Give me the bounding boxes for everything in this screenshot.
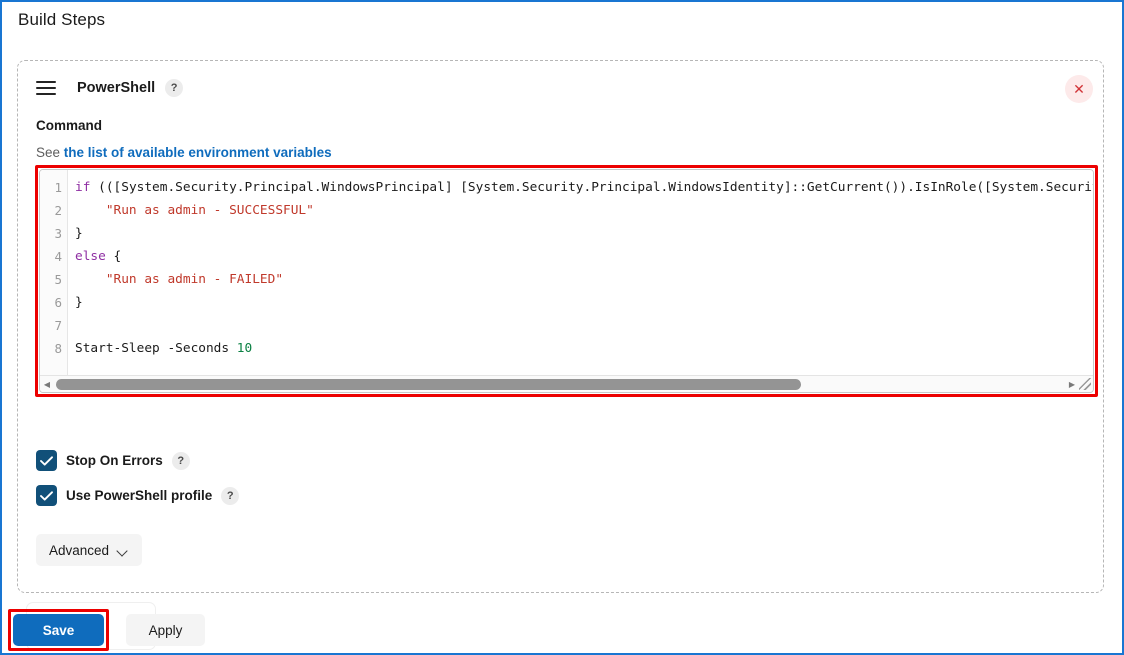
close-icon: ✕ [1073, 80, 1085, 97]
option-stop-on-errors[interactable]: Stop On Errors ? [36, 450, 190, 471]
checkmark-icon [40, 455, 53, 466]
line-number: 6 [54, 295, 62, 310]
code-line: } [75, 291, 1093, 314]
page-title: Build Steps [18, 10, 106, 29]
app-window: Build Steps PowerShell ? ✕ Command See t… [0, 0, 1124, 655]
chevron-down-icon [118, 547, 129, 554]
code-token: { [105, 249, 122, 264]
line-number: 4 [54, 249, 62, 264]
close-step-button[interactable]: ✕ [1065, 75, 1093, 103]
code-line: "Run as admin - FAILED" [75, 268, 1093, 291]
code-token: "Run as admin - FAILED" [75, 272, 284, 287]
scroll-left-arrow-icon[interactable]: ◀ [40, 376, 54, 392]
code-token: "Run as admin - SUCCESSFUL" [75, 203, 314, 218]
line-number: 8 [54, 341, 62, 356]
step-header: PowerShell ? [36, 79, 184, 97]
option-use-powershell-profile[interactable]: Use PowerShell profile ? [36, 485, 240, 506]
line-number: 5 [54, 272, 62, 287]
resize-grip-icon[interactable] [1079, 378, 1091, 390]
use-powershell-profile-checkbox[interactable] [36, 485, 57, 506]
env-prefix-text: See [36, 145, 61, 160]
code-line: "Run as admin - SUCCESSFUL" [75, 199, 1093, 222]
drag-handle-icon[interactable] [36, 81, 56, 95]
advanced-button[interactable]: Advanced [36, 534, 143, 566]
apply-button[interactable]: Apply [126, 614, 205, 646]
code-line: else { [75, 245, 1093, 268]
line-number-gutter: 1 2 3 4 5 6 7 8 [40, 170, 68, 375]
step-name-label: PowerShell [77, 80, 156, 96]
code-line: Start-Sleep -Seconds 10 [75, 337, 1093, 360]
code-line: } [75, 222, 1093, 245]
command-code-editor[interactable]: 1 2 3 4 5 6 7 8 if (([System.Security.Principal… [39, 169, 1094, 393]
code-token: 10 [236, 341, 253, 356]
checkmark-icon [40, 490, 53, 501]
save-button[interactable]: Save [13, 614, 104, 646]
code-token: } [75, 295, 83, 310]
scrollbar-track[interactable] [54, 376, 1065, 393]
line-number: 7 [54, 318, 62, 333]
code-token: if [75, 180, 91, 195]
use-powershell-profile-help-icon[interactable]: ? [221, 486, 240, 505]
scrollbar-thumb[interactable] [56, 378, 801, 390]
line-number: 1 [54, 180, 62, 195]
advanced-label: Advanced [49, 542, 110, 558]
scroll-right-arrow-icon[interactable]: ▶ [1065, 376, 1079, 392]
code-token: Start-Sleep -Seconds [75, 341, 237, 356]
editor-content[interactable]: 1 2 3 4 5 6 7 8 if (([System.Security.Principal… [40, 170, 1093, 375]
editor-horizontal-scrollbar[interactable]: ◀ ▶ [40, 375, 1093, 392]
code-token: else [75, 249, 106, 264]
stop-on-errors-help-icon[interactable]: ? [171, 451, 190, 470]
code-text-area[interactable]: if (([System.Security.Principal.WindowsP… [68, 170, 1093, 375]
code-line: if (([System.Security.Principal.WindowsP… [75, 176, 1093, 199]
environment-variables-line: See the list of available environment va… [36, 145, 332, 160]
build-step-card: PowerShell ? ✕ Command See the list of a… [17, 60, 1104, 593]
command-label: Command [36, 118, 103, 133]
stop-on-errors-checkbox[interactable] [36, 450, 57, 471]
line-number: 2 [54, 203, 62, 218]
code-token: (([System.Security.Principal.WindowsPrin… [90, 180, 1093, 195]
step-help-icon[interactable]: ? [165, 79, 184, 97]
line-number: 3 [54, 226, 62, 241]
stop-on-errors-label: Stop On Errors [66, 453, 163, 468]
code-token: } [75, 226, 83, 241]
use-powershell-profile-label: Use PowerShell profile [66, 488, 213, 503]
environment-variables-link[interactable]: the list of available environment variab… [64, 145, 332, 160]
